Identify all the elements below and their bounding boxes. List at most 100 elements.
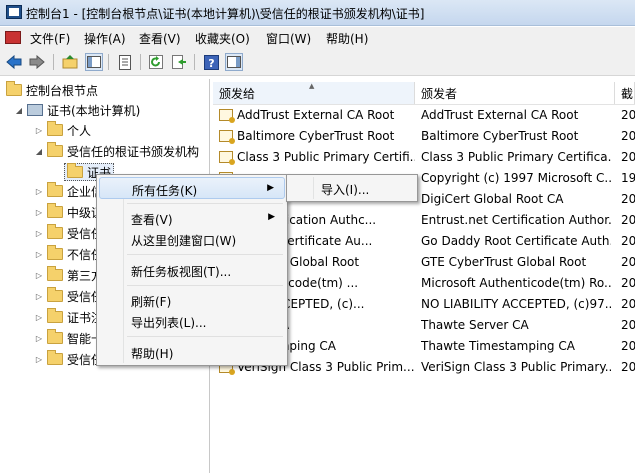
column-header-issued-to[interactable]: ▲ 颁发给: [213, 82, 415, 104]
menu-favorites[interactable]: 收藏夹(O): [195, 30, 250, 47]
menu-item-view[interactable]: 查看(V) ▶: [99, 207, 285, 229]
cell-expiration: 20: [621, 129, 635, 143]
expand-arrow-icon[interactable]: ▷: [34, 313, 44, 322]
window-title: 控制台1 - [控制台根节点\证书(本地计算机)\受信任的根证书颁发机构\证书]: [26, 7, 425, 21]
menu-item-all-tasks[interactable]: 所有任务(K) ▶: [99, 177, 285, 199]
menu-help[interactable]: 帮助(H): [326, 30, 368, 47]
folder-icon: [47, 329, 63, 344]
cell-expiration: 20: [621, 297, 635, 311]
console-app-icon: [6, 5, 22, 19]
menu-item-export-list[interactable]: 导出列表(L)...: [99, 310, 285, 332]
forward-arrow-icon[interactable]: [28, 53, 46, 71]
cell-issued-by: VeriSign Class 3 Public Primary...: [421, 360, 611, 374]
tree-node-intermediate-ca[interactable]: ▷ 中级证: [34, 203, 103, 221]
all-tasks-submenu: 导入(I)...: [286, 174, 418, 202]
menu-item-import[interactable]: 导入(I)...: [289, 177, 415, 199]
expand-arrow-icon[interactable]: ▷: [34, 126, 44, 135]
cell-expiration: 20: [621, 276, 635, 290]
cell-expiration: 20: [621, 255, 635, 269]
cell-issued-to: Baltimore CyberTrust Root: [237, 129, 395, 143]
menu-item-help[interactable]: 帮助(H): [99, 341, 285, 363]
tree-node-enterprise-trust[interactable]: ▷ 企业信: [34, 182, 103, 200]
folder-open-icon: [67, 163, 83, 178]
folder-icon: [6, 81, 22, 96]
menu-item-label: 帮助(H): [131, 347, 174, 361]
cell-issued-by: GTE CyberTrust Global Root: [421, 255, 587, 269]
menu-view[interactable]: 查看(V): [139, 30, 181, 47]
tree-node-certificates-local-computer[interactable]: ◢ 证书(本地计算机): [14, 101, 140, 119]
cell-expiration: 20: [621, 150, 635, 164]
certificate-icon: [219, 151, 235, 165]
context-menu: 所有任务(K) ▶ 查看(V) ▶ 从这里创建窗口(W) 新任务板视图(T)..…: [96, 174, 288, 366]
expand-arrow-icon[interactable]: ▷: [34, 187, 44, 196]
folder-icon: [47, 350, 63, 365]
expand-arrow-icon[interactable]: ▷: [34, 250, 44, 259]
cell-issued-by: AddTrust External CA Root: [421, 108, 579, 122]
tree-node-third-party-root[interactable]: ▷ 第三方: [34, 266, 103, 284]
expand-arrow-icon[interactable]: ▷: [34, 334, 44, 343]
menu-separator: [127, 285, 283, 286]
menu-separator: [127, 203, 283, 204]
tree-node-untrusted[interactable]: ▷ 不信任: [34, 245, 103, 263]
expand-arrow-icon[interactable]: ▷: [34, 208, 44, 217]
collapse-arrow-icon[interactable]: ◢: [14, 106, 24, 115]
column-header-issued-by[interactable]: 颁发者: [415, 82, 615, 104]
menu-item-label: 导入(I)...: [321, 183, 370, 197]
tree-node-certificate-enrollment[interactable]: ▷ 证书注: [34, 308, 103, 326]
back-arrow-icon[interactable]: [5, 53, 23, 71]
cell-expiration: 20: [621, 360, 635, 374]
tree-node-trusted-devices[interactable]: ▷ 受信任: [34, 350, 103, 368]
tree-node-trusted-people[interactable]: ▷ 受信任: [34, 287, 103, 305]
cell-issued-by: Microsoft Authenticode(tm) Ro...: [421, 276, 611, 290]
menu-separator: [127, 254, 283, 255]
folder-icon: [47, 182, 63, 197]
table-row[interactable]: Baltimore CyberTrust Root Baltimore Cyber…: [213, 126, 635, 147]
cell-issued-by: NO LIABILITY ACCEPTED, (c)97...: [421, 297, 611, 311]
properties-icon[interactable]: [116, 53, 134, 71]
menu-item-new-window-from-here[interactable]: 从这里创建窗口(W): [99, 228, 285, 250]
cell-issued-by: Copyright (c) 1997 Microsoft C...: [421, 171, 611, 185]
folder-icon: [47, 287, 63, 302]
menu-item-refresh[interactable]: 刷新(F): [99, 289, 285, 311]
show-hide-action-pane-icon[interactable]: [225, 53, 243, 71]
menu-action[interactable]: 操作(A): [84, 30, 126, 47]
tree-node-trusted-root-ca[interactable]: ◢ 受信任的根证书颁发机构: [34, 142, 199, 160]
svg-text:?: ?: [208, 57, 214, 70]
menu-file[interactable]: 文件(F): [30, 30, 70, 47]
cell-expiration: 20: [621, 339, 635, 353]
menu-item-new-taskpad-view[interactable]: 新任务板视图(T)...: [99, 259, 285, 281]
table-row[interactable]: AddTrust External CA Root AddTrust Extern…: [213, 105, 635, 126]
table-row[interactable]: Class 3 Public Primary Certifi... Class 3…: [213, 147, 635, 168]
certificate-icon: [219, 109, 235, 123]
tree-node-console-root[interactable]: 控制台根节点: [6, 81, 98, 99]
mmc-system-icon[interactable]: [5, 31, 21, 44]
expand-arrow-icon[interactable]: ▷: [34, 271, 44, 280]
menu-item-label: 从这里创建窗口(W): [131, 234, 237, 248]
tree-node-personal[interactable]: ▷ 个人: [34, 121, 91, 139]
expand-arrow-icon[interactable]: ▷: [34, 355, 44, 364]
cell-issued-to: AddTrust External CA Root: [237, 108, 395, 122]
tree-node-smart-card[interactable]: ▷ 智能卡: [34, 329, 103, 347]
menu-window[interactable]: 窗口(W): [266, 30, 311, 47]
menu-item-label: 新任务板视图(T)...: [131, 265, 232, 279]
refresh-icon[interactable]: [147, 53, 165, 71]
up-folder-icon[interactable]: [61, 53, 79, 71]
column-header-expiration[interactable]: 截: [615, 82, 635, 104]
column-header-label: 颁发者: [421, 86, 458, 101]
expand-arrow-icon[interactable]: ▷: [34, 229, 44, 238]
expand-arrow-icon[interactable]: ▷: [34, 292, 44, 301]
export-list-icon[interactable]: [170, 53, 188, 71]
sort-ascending-icon: ▲: [309, 82, 315, 90]
folder-icon: [47, 308, 63, 323]
cell-expiration: 20: [621, 192, 635, 206]
certificate-icon: [219, 130, 235, 144]
cell-expiration: 19: [621, 171, 635, 185]
tree-node-trusted-publishers[interactable]: ▷ 受信任: [34, 224, 103, 242]
show-hide-tree-icon[interactable]: [85, 53, 103, 71]
menu-item-label: 导出列表(L)...: [131, 316, 207, 330]
help-icon[interactable]: ?: [202, 53, 220, 71]
collapse-arrow-icon[interactable]: ◢: [34, 147, 44, 156]
folder-icon: [47, 266, 63, 281]
submenu-arrow-icon: ▶: [267, 183, 274, 193]
cell-issued-by: Baltimore CyberTrust Root: [421, 129, 579, 143]
